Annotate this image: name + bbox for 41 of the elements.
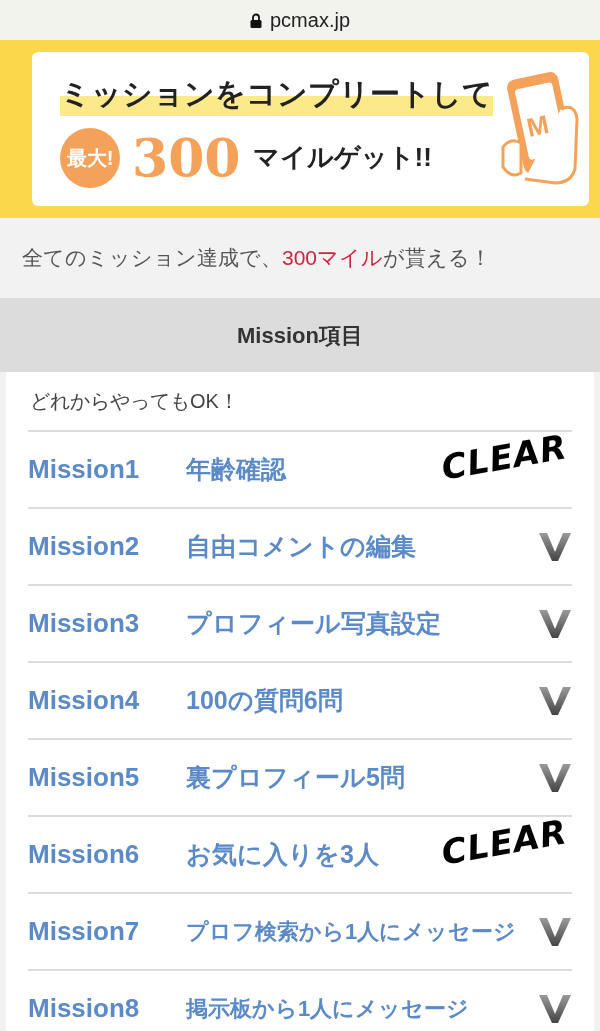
address-bar[interactable]: pcmax.jp	[0, 0, 600, 40]
mission-item[interactable]: Mission8 掲示板から1人にメッセージ	[28, 969, 572, 1031]
max-badge: 最大!	[60, 127, 120, 188]
mission-item[interactable]: Mission2 自由コメントの編集	[28, 507, 572, 584]
mile-amount: 300	[132, 131, 241, 184]
mission-item[interactable]: Mission4 100の質問6問	[28, 661, 572, 738]
mission-title: 裏プロフィール5問	[186, 761, 405, 793]
list-note: どれからやってもOK！	[30, 389, 239, 414]
url-text: pcmax.jp	[270, 8, 350, 33]
mission-number: Mission4	[28, 684, 141, 717]
mission-number: Mission1	[28, 453, 141, 486]
mission-number: Mission3	[28, 607, 141, 640]
mission-number: Mission5	[28, 761, 141, 794]
mission-number: Mission2	[28, 530, 141, 563]
mission-item[interactable]: Mission3 プロフィール写真設定	[28, 584, 572, 661]
mission-title: 自由コメントの編集	[186, 530, 416, 562]
mission-title: プロフ検索から1人にメッセージ	[186, 918, 517, 946]
mission-number: Mission6	[28, 838, 141, 871]
chevron-down-icon	[538, 531, 572, 562]
lock-icon	[250, 12, 262, 28]
clear-label: CLEAR	[439, 429, 570, 485]
subtitle-text: 全てのミッション達成で、300マイルが貰える！	[21, 245, 493, 272]
chevron-down-icon	[538, 762, 572, 793]
chevron-down-icon	[538, 916, 572, 947]
mission-item[interactable]: Mission6 お気に入りを3人 CLEAR	[28, 815, 572, 892]
mission-number: Mission7	[28, 915, 141, 948]
mission-title: 年齢確認	[186, 453, 286, 485]
mission-number: Mission8	[28, 992, 141, 1025]
mission-title: お気に入りを3人	[186, 838, 379, 870]
mission-item[interactable]: Mission7 プロフ検索から1人にメッセージ	[28, 892, 572, 969]
chevron-down-icon	[538, 685, 572, 716]
section-title: Mission項目	[237, 321, 363, 350]
mission-title: 掲示板から1人にメッセージ	[186, 995, 470, 1023]
chevron-down-icon	[538, 993, 572, 1024]
mission-item[interactable]: Mission1 年齢確認 CLEAR	[28, 430, 572, 507]
mission-title: プロフィール写真設定	[186, 607, 441, 639]
banner-caption: マイルゲット!!	[252, 141, 432, 174]
mission-title: 100の質問6問	[186, 684, 343, 716]
chevron-down-icon	[538, 608, 572, 639]
mission-item[interactable]: Mission5 裏プロフィール5問	[28, 738, 572, 815]
clear-label: CLEAR	[439, 814, 570, 870]
